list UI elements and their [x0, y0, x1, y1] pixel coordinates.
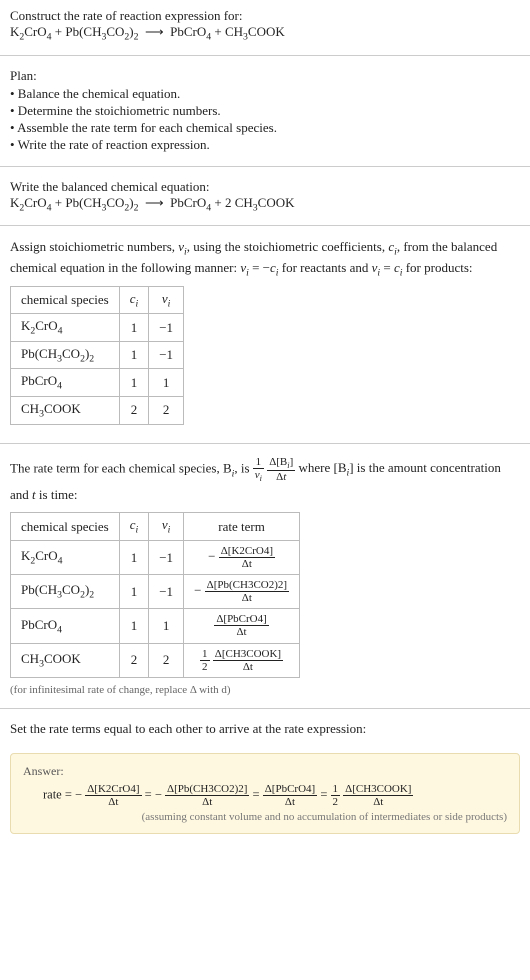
answer-frac: Δ[CH3COOK]Δt: [343, 783, 413, 808]
rate-term-note: (for infinitesimal rate of change, repla…: [10, 684, 520, 696]
rate-cell: 12 Δ[CH3COOK]Δt: [184, 643, 300, 677]
divider: [0, 55, 530, 56]
plan-label: Plan:: [10, 68, 520, 84]
col-rate-term: rate term: [184, 513, 300, 541]
nui-cell: 2: [149, 397, 184, 425]
answer-label: Answer:: [23, 764, 507, 779]
sign: −: [194, 583, 201, 598]
table-row: CH3COOK 2 2 12 Δ[CH3COOK]Δt: [11, 643, 300, 677]
ci-cell: 1: [119, 575, 149, 609]
ci-cell: 2: [119, 397, 149, 425]
text: rate = −: [43, 787, 82, 801]
plan-item: • Assemble the rate term for each chemic…: [10, 120, 520, 136]
final-instruction: Set the rate terms equal to each other t…: [0, 713, 530, 745]
table-row: CH3COOK 2 2: [11, 397, 184, 425]
divider: [0, 708, 530, 709]
frac-dBi-dt: Δ[Bi]Δt: [267, 456, 295, 483]
plan-item: • Balance the chemical equation.: [10, 86, 520, 102]
ci-cell: 2: [119, 643, 149, 677]
species-cell: PbCrO4: [11, 609, 120, 643]
answer-box: Answer: rate = − Δ[K2CrO4]Δt = − Δ[Pb(CH…: [10, 753, 520, 834]
stoich-table: chemical species ci νi K2CrO4 1 −1 Pb(CH…: [10, 286, 184, 425]
table-row: K2CrO4 1 −1: [11, 314, 184, 342]
divider: [0, 166, 530, 167]
col-nui: νi: [149, 513, 184, 541]
table-header-row: chemical species ci νi: [11, 286, 184, 314]
rate-term-section: The rate term for each chemical species,…: [0, 448, 530, 704]
rate-cell: Δ[PbCrO4]Δt: [184, 609, 300, 643]
text: , is: [234, 460, 252, 475]
nui-cell: −1: [149, 540, 184, 574]
table-header-row: chemical species ci νi rate term: [11, 513, 300, 541]
balanced-section: Write the balanced chemical equation: K2…: [0, 171, 530, 222]
stoich-section: Assign stoichiometric numbers, νi, using…: [0, 230, 530, 438]
stoich-intro: Assign stoichiometric numbers, νi, using…: [10, 238, 520, 280]
rate-term-intro: The rate term for each chemical species,…: [10, 456, 520, 507]
final-label: Set the rate terms equal to each other t…: [10, 721, 520, 737]
answer-note: (assuming constant volume and no accumul…: [23, 811, 507, 823]
rate-frac: Δ[CH3COOK]Δt: [213, 648, 283, 673]
balanced-label: Write the balanced chemical equation:: [10, 179, 520, 195]
rate-frac: Δ[Pb(CH3CO2)2]Δt: [205, 579, 289, 604]
plan-list: • Balance the chemical equation. • Deter…: [10, 86, 520, 153]
nui-cell: 1: [149, 609, 184, 643]
species-cell: K2CrO4: [11, 540, 120, 574]
ci-cell: 1: [119, 314, 149, 342]
nui-cell: 2: [149, 643, 184, 677]
species-cell: CH3COOK: [11, 397, 120, 425]
answer-frac: Δ[K2CrO4]Δt: [85, 783, 141, 808]
rate-frac: Δ[PbCrO4]Δt: [214, 613, 268, 638]
plan-item: • Write the rate of reaction expression.: [10, 137, 520, 153]
frac-one-over-nu: 1νi: [253, 456, 264, 483]
answer-expression: rate = − Δ[K2CrO4]Δt = − Δ[Pb(CH3CO2)2]Δ…: [43, 783, 507, 808]
text: The rate term for each chemical species,…: [10, 460, 232, 475]
col-species: chemical species: [11, 513, 120, 541]
coef-frac: 12: [331, 783, 341, 808]
nui-cell: −1: [149, 314, 184, 342]
species-cell: Pb(CH3CO2)2: [11, 575, 120, 609]
nui-cell: −1: [149, 575, 184, 609]
plan-section: Plan: • Balance the chemical equation. •…: [0, 60, 530, 162]
rate-frac: Δ[K2CrO4]Δt: [219, 545, 275, 570]
answer-frac: Δ[PbCrO4]Δt: [263, 783, 317, 808]
species-cell: CH3COOK: [11, 643, 120, 677]
ci-cell: 1: [119, 540, 149, 574]
species-cell: PbCrO4: [11, 369, 120, 397]
plan-item: • Determine the stoichiometric numbers.: [10, 103, 520, 119]
col-ci: ci: [119, 513, 149, 541]
text: = −: [145, 787, 162, 801]
divider: [0, 443, 530, 444]
col-species: chemical species: [11, 286, 120, 314]
sign: −: [208, 549, 215, 564]
col-nui: νi: [149, 286, 184, 314]
table-row: Pb(CH3CO2)2 1 −1: [11, 341, 184, 369]
rate-cell: − Δ[K2CrO4]Δt: [184, 540, 300, 574]
table-row: Pb(CH3CO2)2 1 −1 − Δ[Pb(CH3CO2)2]Δt: [11, 575, 300, 609]
table-row: K2CrO4 1 −1 − Δ[K2CrO4]Δt: [11, 540, 300, 574]
unbalanced-equation: K2CrO4 + Pb(CH3CO2)2 ⟶ PbCrO4 + CH3COOK: [10, 24, 520, 43]
species-cell: K2CrO4: [11, 314, 120, 342]
text: =: [320, 787, 330, 801]
table-row: PbCrO4 1 1: [11, 369, 184, 397]
answer-frac: Δ[Pb(CH3CO2)2]Δt: [165, 783, 249, 808]
nui-cell: 1: [149, 369, 184, 397]
problem-statement: Construct the rate of reaction expressio…: [0, 0, 530, 51]
rate-cell: − Δ[Pb(CH3CO2)2]Δt: [184, 575, 300, 609]
table-row: PbCrO4 1 1 Δ[PbCrO4]Δt: [11, 609, 300, 643]
coef-frac: 12: [200, 648, 210, 673]
problem-title: Construct the rate of reaction expressio…: [10, 8, 520, 24]
ci-cell: 1: [119, 369, 149, 397]
rate-term-table: chemical species ci νi rate term K2CrO4 …: [10, 512, 300, 677]
text: =: [253, 787, 263, 801]
col-ci: ci: [119, 286, 149, 314]
divider: [0, 225, 530, 226]
ci-cell: 1: [119, 341, 149, 369]
nui-cell: −1: [149, 341, 184, 369]
species-cell: Pb(CH3CO2)2: [11, 341, 120, 369]
balanced-equation: K2CrO4 + Pb(CH3CO2)2 ⟶ PbCrO4 + 2 CH3COO…: [10, 195, 520, 214]
ci-cell: 1: [119, 609, 149, 643]
